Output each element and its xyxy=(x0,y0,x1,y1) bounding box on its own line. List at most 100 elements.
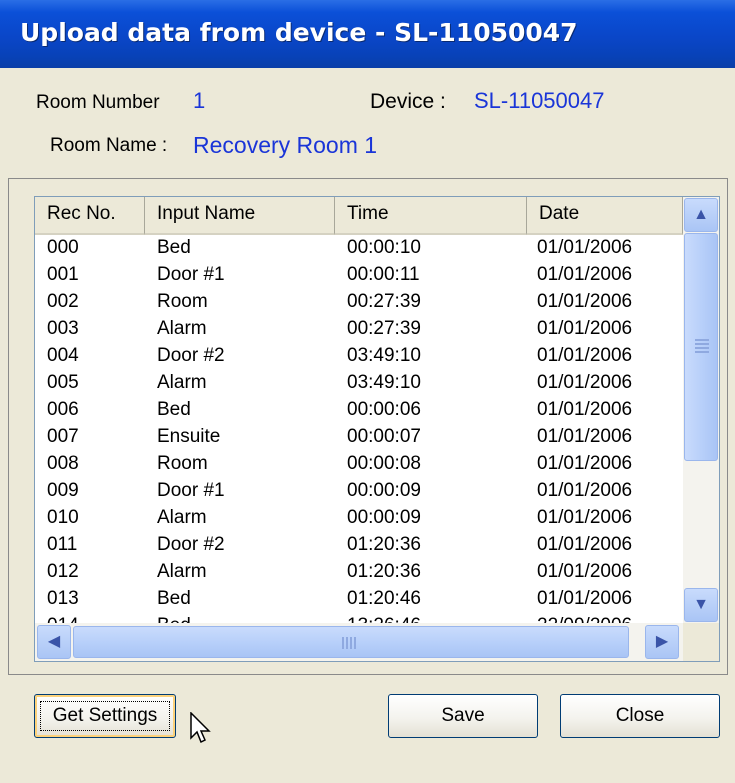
table-row[interactable]: 005 Alarm 03:49:10 01/01/2006 xyxy=(35,370,683,397)
date-cell: 01/01/2006 xyxy=(537,372,633,393)
time-cell: 01:20:46 xyxy=(347,588,421,609)
date-cell: 01/01/2006 xyxy=(537,399,633,420)
table-row[interactable]: 010 Alarm 00:00:09 01/01/2006 xyxy=(35,505,683,532)
column-header-rec-no[interactable]: Rec No. xyxy=(35,197,145,235)
table-row[interactable]: 006 Bed 00:00:06 01/01/2006 xyxy=(35,397,683,424)
date-cell: 01/01/2006 xyxy=(537,480,633,501)
title-bar[interactable]: Upload data from device - SL-11050047 xyxy=(0,0,735,68)
table-row[interactable]: 007 Ensuite 00:00:07 01/01/2006 xyxy=(35,424,683,451)
rec-no-cell: 008 xyxy=(47,453,79,474)
table-row[interactable]: 002 Room 00:27:39 01/01/2006 xyxy=(35,289,683,316)
scroll-up-button[interactable]: ▲ xyxy=(684,198,718,232)
date-cell: 01/01/2006 xyxy=(537,291,633,312)
table-row[interactable]: 009 Door #1 00:00:09 01/01/2006 xyxy=(35,478,683,505)
input-name-cell: Door #2 xyxy=(157,534,225,555)
column-header-input-name[interactable]: Input Name xyxy=(145,197,335,235)
date-cell: 01/01/2006 xyxy=(537,426,633,447)
triangle-up-icon: ▲ xyxy=(693,206,709,223)
table-row[interactable]: 014 Bed 13:26:46 22/09/2006 xyxy=(35,613,683,623)
input-name-cell: Room xyxy=(157,291,208,312)
thumb-grip-icon xyxy=(695,339,709,355)
rec-no-cell: 010 xyxy=(47,507,79,528)
table-row[interactable]: 003 Alarm 00:27:39 01/01/2006 xyxy=(35,316,683,343)
input-name-cell: Bed xyxy=(157,588,191,609)
date-cell: 01/01/2006 xyxy=(537,561,633,582)
rec-no-cell: 011 xyxy=(47,534,78,555)
room-number-label: Room Number xyxy=(36,92,160,113)
vertical-scrollbar[interactable]: ▲ ▼ xyxy=(683,197,719,623)
table-row[interactable]: 001 Door #1 00:00:11 01/01/2006 xyxy=(35,262,683,289)
scroll-down-button[interactable]: ▼ xyxy=(684,588,718,622)
time-cell: 00:00:09 xyxy=(347,507,421,528)
rec-no-cell: 012 xyxy=(47,561,79,582)
get-settings-button[interactable]: Get Settings xyxy=(34,694,176,738)
time-cell: 03:49:10 xyxy=(347,345,421,366)
focus-rectangle xyxy=(40,701,170,731)
rec-no-cell: 004 xyxy=(47,345,79,366)
scroll-left-button[interactable]: ◀ xyxy=(37,625,71,659)
time-cell: 01:20:36 xyxy=(347,561,421,582)
table-row[interactable]: 011 Door #2 01:20:36 01/01/2006 xyxy=(35,532,683,559)
rec-no-cell: 007 xyxy=(47,426,79,447)
time-cell: 00:27:39 xyxy=(347,291,421,312)
scroll-right-button[interactable]: ▶ xyxy=(645,625,679,659)
device-value: SL-11050047 xyxy=(474,88,605,113)
input-name-cell: Room xyxy=(157,453,208,474)
upload-dialog: Upload data from device - SL-11050047 Ro… xyxy=(0,0,735,783)
input-name-cell: Bed xyxy=(157,237,191,258)
save-button[interactable]: Save xyxy=(388,694,538,738)
table-row[interactable]: 000 Bed 00:00:10 01/01/2006 xyxy=(35,235,683,262)
date-cell: 01/01/2006 xyxy=(537,264,633,285)
rec-no-cell: 005 xyxy=(47,372,79,393)
input-name-cell: Alarm xyxy=(157,507,207,528)
date-cell: 01/01/2006 xyxy=(537,534,633,555)
input-name-cell: Door #1 xyxy=(157,480,225,501)
triangle-down-icon: ▼ xyxy=(693,596,709,613)
table-row[interactable]: 008 Room 00:00:08 01/01/2006 xyxy=(35,451,683,478)
table-row[interactable]: 013 Bed 01:20:46 01/01/2006 xyxy=(35,586,683,613)
triangle-right-icon: ▶ xyxy=(655,633,669,650)
table-row[interactable]: 004 Door #2 03:49:10 01/01/2006 xyxy=(35,343,683,370)
date-cell: 01/01/2006 xyxy=(537,453,633,474)
save-label: Save xyxy=(441,705,485,726)
column-header-date[interactable]: Date xyxy=(527,197,683,235)
input-name-cell: Bed xyxy=(157,615,191,623)
room-name-value: Recovery Room 1 xyxy=(193,132,378,158)
column-header-time[interactable]: Time xyxy=(335,197,527,235)
time-cell: 03:49:10 xyxy=(347,372,421,393)
input-name-cell: Alarm xyxy=(157,318,207,339)
time-cell: 13:26:46 xyxy=(347,615,421,623)
input-name-cell: Alarm xyxy=(157,561,207,582)
close-button[interactable]: Close xyxy=(560,694,720,738)
time-cell: 00:27:39 xyxy=(347,318,421,339)
rec-no-cell: 014 xyxy=(47,615,79,623)
date-cell: 01/01/2006 xyxy=(537,507,633,528)
time-cell: 00:00:11 xyxy=(347,264,420,285)
records-list[interactable]: Rec No. Input Name Time Date 000 Bed 00:00… xyxy=(34,196,720,662)
time-cell: 01:20:36 xyxy=(347,534,421,555)
time-cell: 00:00:07 xyxy=(347,426,421,447)
vertical-scroll-thumb[interactable] xyxy=(684,233,718,461)
rec-no-cell: 002 xyxy=(47,291,79,312)
scrollbar-corner xyxy=(683,623,719,661)
date-cell: 22/09/2006 xyxy=(537,615,632,623)
time-cell: 00:00:08 xyxy=(347,453,421,474)
rec-no-cell: 013 xyxy=(47,588,79,609)
time-cell: 00:00:09 xyxy=(347,480,421,501)
date-cell: 01/01/2006 xyxy=(537,345,633,366)
input-name-cell: Bed xyxy=(157,399,191,420)
room-name-label: Room Name : xyxy=(50,135,168,156)
date-cell: 01/01/2006 xyxy=(537,318,633,339)
rec-no-cell: 009 xyxy=(47,480,79,501)
horizontal-scroll-thumb[interactable] xyxy=(73,626,629,658)
date-cell: 01/01/2006 xyxy=(537,588,633,609)
window-title: Upload data from device - SL-11050047 xyxy=(20,18,578,47)
close-label: Close xyxy=(615,705,665,726)
table-row[interactable]: 012 Alarm 01:20:36 01/01/2006 xyxy=(35,559,683,586)
horizontal-scrollbar[interactable]: ◀ ▶ xyxy=(35,623,683,661)
input-name-cell: Door #1 xyxy=(157,264,225,285)
time-cell: 00:00:10 xyxy=(347,237,421,258)
mouse-pointer-icon xyxy=(190,712,211,744)
input-name-cell: Door #2 xyxy=(157,345,225,366)
triangle-left-icon: ◀ xyxy=(47,633,61,650)
